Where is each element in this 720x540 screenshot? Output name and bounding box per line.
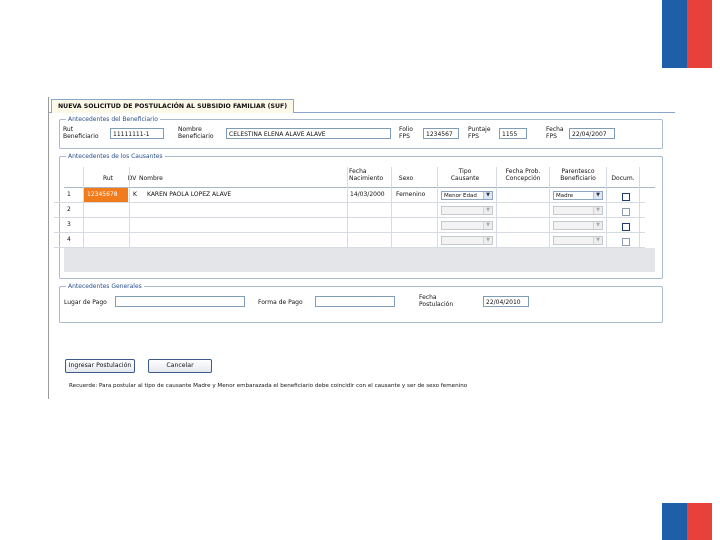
rut-beneficiario-field[interactable]: 11111111-1 — [110, 128, 164, 139]
chevron-down-icon: ▼ — [483, 192, 492, 199]
tipo-causante-value: Menor Edad — [444, 193, 477, 199]
row-number: 2 — [67, 206, 71, 213]
docum-checkbox[interactable] — [622, 193, 630, 201]
forma-de-pago-label: Forma de Pago — [258, 299, 303, 306]
fecha-postulacion-label: Fecha Postulación — [419, 294, 454, 308]
cancelar-button[interactable]: Cancelar — [148, 359, 212, 373]
fecha-nacimiento-cell: 14/03/2000 — [350, 191, 385, 198]
footer-note: Recuerde: Para postular al tipo de causa… — [69, 383, 468, 389]
docum-checkbox[interactable] — [622, 223, 630, 231]
chevron-down-icon: ▼ — [593, 237, 602, 244]
fecha-postulacion-field[interactable]: 22/04/2010 — [483, 296, 529, 307]
parentesco-select[interactable]: Madre ▼ — [553, 191, 603, 200]
docum-checkbox[interactable] — [622, 208, 630, 216]
header-tipo-causante: Tipo Causante — [450, 168, 480, 182]
header-rut: Rut — [102, 175, 114, 182]
puntaje-fps-field[interactable]: 1155 — [499, 128, 527, 139]
causantes-legend: Antecedentes de los Causantes — [68, 153, 163, 160]
header-sexo: Sexo — [398, 175, 414, 182]
tipo-causante-select[interactable]: ▼ — [441, 206, 493, 215]
forma-de-pago-field[interactable] — [315, 296, 395, 307]
folio-fps-label: Folio FPS — [399, 126, 413, 140]
generales-legend: Antecedentes Generales — [68, 283, 142, 290]
header-docum: Docum. — [611, 175, 635, 182]
sexo-cell: Femenino — [396, 191, 426, 198]
folio-fps-field[interactable]: 1234567 — [423, 128, 459, 139]
chile-flag-decoration-bottom — [662, 503, 712, 540]
chevron-down-icon: ▼ — [483, 207, 492, 214]
docum-checkbox[interactable] — [622, 238, 630, 246]
row-number: 1 — [67, 191, 71, 198]
nombre-cell: KAREN PAOLA LOPEZ ALAVE — [147, 191, 232, 198]
nombre-beneficiario-field[interactable]: CELESTINA ELENA ALAVE ALAVE — [226, 128, 391, 139]
rut-cell-highlighted[interactable]: 12345678 — [84, 188, 128, 202]
beneficiario-legend: Antecedentes del Beneficiario — [68, 116, 158, 123]
row-number: 3 — [67, 221, 71, 228]
header-fecha-nacimiento: Fecha Nacimiento — [349, 168, 384, 182]
parentesco-select[interactable]: ▼ — [553, 236, 603, 245]
chevron-down-icon: ▼ — [483, 237, 492, 244]
parentesco-select[interactable]: ▼ — [553, 221, 603, 230]
chevron-down-icon: ▼ — [483, 222, 492, 229]
header-parentesco-beneficiario: Parentesco Beneficiario — [560, 168, 596, 182]
tipo-causante-select[interactable]: ▼ — [441, 221, 493, 230]
header-nombre: Nombre — [139, 175, 163, 182]
chevron-down-icon: ▼ — [593, 222, 602, 229]
ingresar-postulacion-button[interactable]: Ingresar Postulación — [65, 359, 135, 373]
tab-nueva-solicitud[interactable]: NUEVA SOLICITUD DE POSTULACIÓN AL SUBSID… — [51, 99, 295, 113]
puntaje-fps-label: Puntaje FPS — [468, 126, 491, 140]
tipo-causante-select[interactable]: ▼ — [441, 236, 493, 245]
fecha-fps-field[interactable]: 22/04/2007 — [569, 128, 615, 139]
tab-bar: NUEVA SOLICITUD DE POSTULACIÓN AL SUBSID… — [49, 97, 675, 113]
header-fecha-prob-concepcion: Fecha Prob. Concepción — [505, 168, 541, 182]
row-number: 4 — [67, 236, 71, 243]
dv-cell[interactable]: K — [133, 188, 137, 202]
lugar-de-pago-label: Lugar de Pago — [64, 299, 107, 306]
parentesco-select[interactable]: ▼ — [553, 206, 603, 215]
application-screenshot: NUEVA SOLICITUD DE POSTULACIÓN AL SUBSID… — [48, 97, 675, 399]
fecha-fps-label: Fecha FPS — [546, 126, 564, 140]
tipo-causante-select[interactable]: Menor Edad ▼ — [441, 191, 493, 200]
rut-beneficiario-label: Rut Beneficiario — [63, 126, 99, 140]
chevron-down-icon: ▼ — [593, 207, 602, 214]
table-empty-area — [64, 248, 655, 272]
chile-flag-decoration-top — [662, 0, 712, 68]
nombre-beneficiario-label: Nombre Beneficiario — [178, 126, 214, 140]
chevron-down-icon: ▼ — [593, 192, 602, 199]
lugar-de-pago-field[interactable] — [115, 296, 245, 307]
parentesco-value: Madre — [556, 193, 574, 199]
